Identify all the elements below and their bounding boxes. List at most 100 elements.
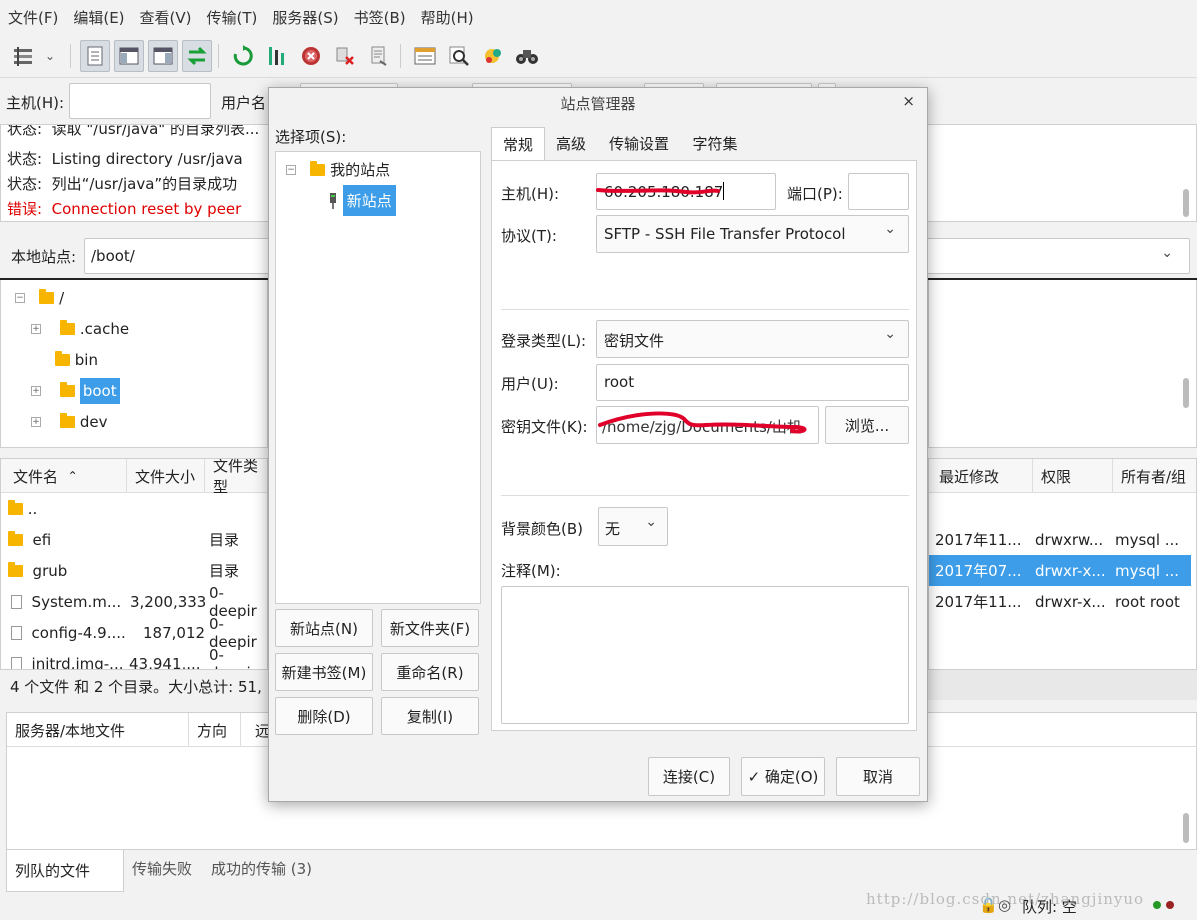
comments-textarea[interactable] bbox=[501, 586, 909, 724]
column-header-owner[interactable]: 所有者/组 bbox=[1113, 459, 1196, 493]
tab-charset[interactable]: 字符集 bbox=[685, 127, 745, 160]
chevron-down-icon: ⌄ bbox=[645, 514, 657, 530]
host-label: 主机(H): bbox=[501, 185, 560, 203]
ok-button[interactable]: ✓ 确定(O) bbox=[741, 757, 825, 796]
cancel-icon[interactable] bbox=[296, 40, 326, 72]
server-icon bbox=[330, 192, 336, 209]
background-color-label: 背景颜色(B) bbox=[501, 520, 583, 538]
tree-item[interactable]: + .cache bbox=[31, 313, 129, 344]
tree-item-selected[interactable]: + boot bbox=[31, 375, 120, 406]
toggle-remote-tree-icon[interactable] bbox=[148, 40, 178, 72]
tree-item[interactable]: bin bbox=[55, 344, 98, 375]
refresh-icon[interactable] bbox=[228, 40, 258, 72]
tree-item-root[interactable]: − / bbox=[15, 282, 64, 313]
close-icon[interactable]: × bbox=[902, 92, 915, 110]
log-scrollbar[interactable] bbox=[1183, 189, 1189, 217]
file-row[interactable]: .. bbox=[8, 493, 37, 524]
cancel-button[interactable]: 取消 bbox=[836, 757, 920, 796]
general-tab-panel: 主机(H): 60.205.180.187 端口(P): 协议(T): SFTP… bbox=[491, 160, 917, 731]
remote-status-bar bbox=[928, 670, 1197, 700]
logon-type-select[interactable]: 密钥文件 ⌄ bbox=[596, 320, 909, 358]
disconnect-icon[interactable] bbox=[330, 40, 360, 72]
protocol-select[interactable]: SFTP - SSH File Transfer Protocol ⌄ bbox=[596, 215, 909, 253]
username-label: 用户名 bbox=[221, 94, 267, 112]
search-icon[interactable] bbox=[444, 40, 474, 72]
tab-failed-transfers[interactable]: 传输失败 bbox=[132, 858, 192, 879]
compare-icon[interactable] bbox=[478, 40, 508, 72]
speed-limit-icon[interactable]: ◎ bbox=[998, 896, 1011, 914]
folder-icon bbox=[60, 381, 76, 397]
menu-transfer[interactable]: 传输(T) bbox=[207, 7, 258, 28]
expand-icon[interactable]: + bbox=[31, 385, 41, 396]
tree-item[interactable]: + dev bbox=[31, 406, 108, 437]
column-header-server-local-file[interactable]: 服务器/本地文件 bbox=[7, 713, 189, 747]
process-queue-icon[interactable] bbox=[262, 40, 292, 72]
column-header-permissions[interactable]: 权限 bbox=[1033, 459, 1113, 493]
delete-button[interactable]: 删除(D) bbox=[275, 697, 373, 735]
host-label: 主机(H): bbox=[6, 94, 65, 112]
duplicate-button[interactable]: 复制(I) bbox=[381, 697, 479, 735]
menu-file[interactable]: 文件(F) bbox=[8, 7, 58, 28]
menu-edit[interactable]: 编辑(E) bbox=[73, 7, 124, 28]
file-row[interactable]: grub 目录 bbox=[8, 555, 267, 586]
tab-advanced[interactable]: 高级 bbox=[549, 127, 593, 160]
expand-icon[interactable]: + bbox=[31, 323, 41, 334]
toolbar: ⌄ bbox=[0, 34, 1197, 78]
column-header-filetype[interactable]: 文件类型 bbox=[205, 459, 267, 496]
toggle-local-tree-icon[interactable] bbox=[114, 40, 144, 72]
remote-path-input[interactable]: ⌄ bbox=[920, 238, 1190, 274]
tab-general[interactable]: 常规 bbox=[491, 127, 545, 160]
dropdown-icon[interactable]: ⌄ bbox=[38, 40, 62, 72]
expand-icon[interactable]: + bbox=[31, 416, 41, 427]
file-row[interactable]: System.m... 3,200,333 0-deepir bbox=[11, 584, 267, 620]
directory-listing-filter-icon[interactable] bbox=[410, 40, 440, 72]
toggle-log-icon[interactable] bbox=[80, 40, 110, 72]
menu-server[interactable]: 服务器(S) bbox=[272, 7, 338, 28]
folder-icon bbox=[8, 561, 23, 577]
new-bookmark-button[interactable]: 新建书签(M) bbox=[275, 653, 373, 691]
file-row[interactable]: initrd.img-...43,941,...0-deepir bbox=[11, 646, 267, 669]
tab-queued-files[interactable]: 列队的文件 bbox=[6, 850, 124, 892]
remote-file-row[interactable]: 2017年11... drwxr-x... root root bbox=[929, 586, 1196, 617]
remote-file-list: 最近修改 权限 所有者/组 2017年11... drwxrw... mysql .… bbox=[928, 458, 1197, 670]
scribble-redaction bbox=[598, 411, 807, 434]
file-row[interactable]: efi 目录 bbox=[8, 524, 267, 555]
folder-icon bbox=[39, 288, 55, 304]
menu-bookmarks[interactable]: 书签(B) bbox=[354, 7, 406, 28]
column-header-modified[interactable]: 最近修改 bbox=[931, 459, 1033, 493]
toggle-queue-icon[interactable] bbox=[182, 40, 212, 72]
port-input[interactable] bbox=[848, 173, 909, 210]
remote-file-row-selected[interactable]: 2017年07... drwxr-x... mysql ... bbox=[929, 555, 1191, 586]
logon-type-label: 登录类型(L): bbox=[501, 332, 587, 350]
column-header-filename[interactable]: 文件名 ⌃ bbox=[5, 459, 127, 493]
reconnect-icon[interactable] bbox=[364, 40, 394, 72]
file-row[interactable]: config-4.9.... 187,012 0-deepir bbox=[11, 615, 267, 651]
new-folder-button[interactable]: 新文件夹(F) bbox=[381, 609, 479, 647]
queue-scrollbar[interactable] bbox=[1183, 813, 1189, 843]
quickconnect-host-input[interactable] bbox=[69, 83, 211, 119]
local-status-bar: 4 个文件 和 2 个目录。大小总计: 51, bbox=[0, 670, 268, 700]
new-site-button[interactable]: 新站点(N) bbox=[275, 609, 373, 647]
remote-file-row[interactable]: 2017年11... drwxrw... mysql ... bbox=[929, 524, 1196, 555]
tree-item-new-site[interactable]: 新站点 bbox=[328, 185, 396, 216]
column-header-direction[interactable]: 方向 bbox=[189, 713, 241, 747]
background-color-select[interactable]: 无 ⌄ bbox=[598, 507, 668, 546]
user-input[interactable]: root bbox=[596, 364, 909, 401]
browse-button[interactable]: 浏览... bbox=[825, 406, 909, 444]
tab-transfer-settings[interactable]: 传输设置 bbox=[601, 127, 677, 160]
local-path-input[interactable]: /boot/ bbox=[84, 238, 274, 274]
tree-item-my-sites[interactable]: − 我的站点 bbox=[286, 154, 390, 185]
site-manager-icon[interactable] bbox=[8, 40, 38, 72]
tab-successful-transfers[interactable]: 成功的传输 (3) bbox=[211, 858, 312, 879]
select-entry-label: 选择项(S): bbox=[275, 128, 347, 146]
column-header-filesize[interactable]: 文件大小 bbox=[127, 459, 205, 493]
menu-help[interactable]: 帮助(H) bbox=[421, 7, 474, 28]
connect-button[interactable]: 连接(C) bbox=[648, 757, 730, 796]
chevron-down-icon[interactable]: ⌄ bbox=[1161, 245, 1173, 261]
remote-tree-scrollbar[interactable] bbox=[1183, 378, 1189, 408]
menu-view[interactable]: 查看(V) bbox=[140, 7, 192, 28]
find-icon[interactable] bbox=[512, 40, 542, 72]
collapse-icon[interactable]: − bbox=[286, 164, 296, 175]
collapse-icon[interactable]: − bbox=[15, 292, 25, 303]
rename-button[interactable]: 重命名(R) bbox=[381, 653, 479, 691]
